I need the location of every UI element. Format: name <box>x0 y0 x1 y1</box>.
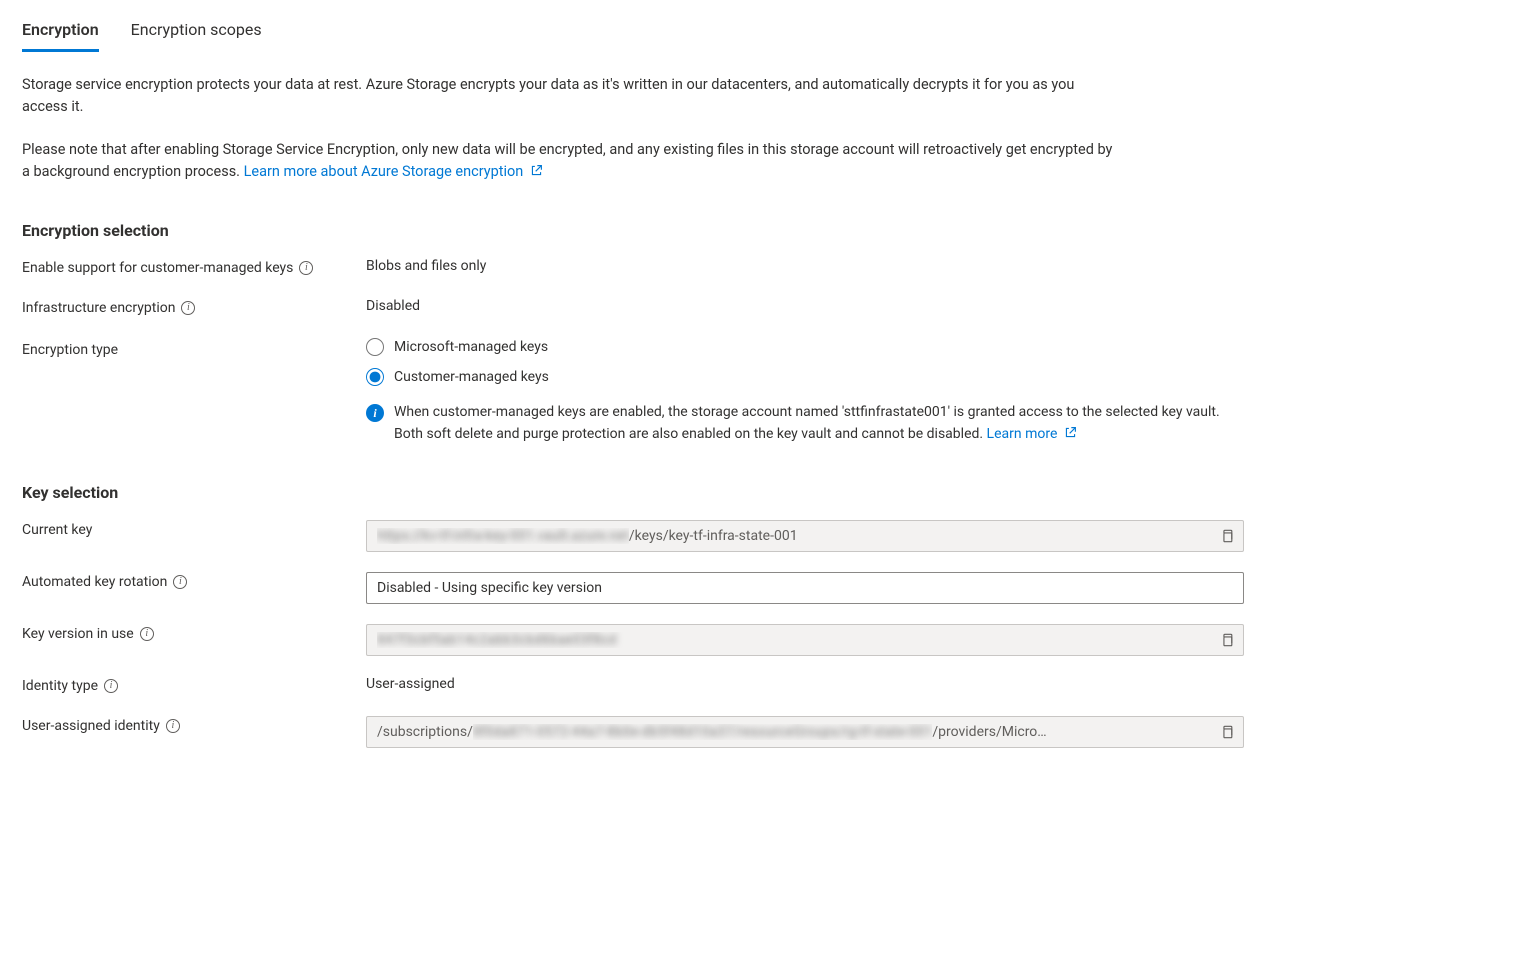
radio-label: Microsoft-managed keys <box>394 339 548 355</box>
cmk-note-text: When customer-managed keys are enabled, … <box>394 404 1220 442</box>
info-icon[interactable]: i <box>173 575 187 589</box>
identity-type-label: Identity type i <box>22 676 366 696</box>
key-selection-heading: Key selection <box>22 483 1515 502</box>
enable-cmk-value: Blobs and files only <box>366 258 1246 274</box>
info-icon[interactable]: i <box>166 719 180 733</box>
key-version-label: Key version in use i <box>22 624 366 644</box>
current-key-label: Current key <box>22 520 366 540</box>
info-icon[interactable]: i <box>299 261 313 275</box>
key-version-redacted: 847f3cbf5ab14c2abb3cbd6bae03f8cd <box>377 632 616 648</box>
user-identity-prefix: /subscriptions/ <box>377 724 473 740</box>
tabs-bar: Encryption Encryption scopes <box>22 16 1515 52</box>
enable-cmk-label: Enable support for customer-managed keys… <box>22 258 366 278</box>
description-block: Storage service encryption protects your… <box>22 74 1122 185</box>
identity-type-value: User-assigned <box>366 676 1246 692</box>
tab-encryption[interactable]: Encryption <box>22 16 99 52</box>
copy-button[interactable] <box>1217 630 1237 650</box>
radio-customer-managed-keys[interactable]: Customer-managed keys <box>366 368 1246 386</box>
radio-label: Customer-managed keys <box>394 369 549 385</box>
info-icon[interactable]: i <box>181 301 195 315</box>
copy-button[interactable] <box>1217 722 1237 742</box>
current-key-input: https://kv-tf-infra-key-001.vault.azure.… <box>366 520 1244 552</box>
user-assigned-identity-input: /subscriptions/ 8f0da871-0572-44a7-8b0e-… <box>366 716 1244 748</box>
external-link-icon <box>530 162 543 184</box>
user-identity-suffix: /providers/Micro… <box>932 724 1046 740</box>
description-p2: Please note that after enabling Storage … <box>22 139 1122 185</box>
description-p1: Storage service encryption protects your… <box>22 74 1122 119</box>
learn-more-encryption-link[interactable]: Learn more about Azure Storage encryptio… <box>244 163 543 180</box>
encryption-type-label: Encryption type <box>22 338 366 360</box>
copy-button[interactable] <box>1217 526 1237 546</box>
user-identity-redacted: 8f0da871-0572-44a7-8b0e-db5f48d10a37/res… <box>473 724 933 740</box>
cmk-learn-more-link[interactable]: Learn more <box>987 426 1077 442</box>
tab-encryption-scopes[interactable]: Encryption scopes <box>131 16 262 52</box>
encryption-type-radio-group: Microsoft-managed keys Customer-managed … <box>366 338 1246 446</box>
automated-key-rotation-input[interactable]: Disabled - Using specific key version <box>366 572 1244 604</box>
description-p2-text: Please note that after enabling Storage … <box>22 141 1112 180</box>
encryption-selection-heading: Encryption selection <box>22 221 1515 240</box>
info-icon[interactable]: i <box>140 627 154 641</box>
radio-microsoft-managed-keys[interactable]: Microsoft-managed keys <box>366 338 1246 356</box>
user-assigned-identity-label: User-assigned identity i <box>22 716 366 736</box>
info-filled-icon: i <box>366 404 384 422</box>
key-version-input: 847f3cbf5ab14c2abb3cbd6bae03f8cd <box>366 624 1244 656</box>
info-icon[interactable]: i <box>104 679 118 693</box>
automated-key-rotation-label: Automated key rotation i <box>22 572 366 592</box>
current-key-redacted: https://kv-tf-infra-key-001.vault.azure.… <box>377 528 629 544</box>
infrastructure-encryption-label: Infrastructure encryption i <box>22 298 366 318</box>
current-key-clear: /keys/key-tf-infra-state-001 <box>629 528 798 544</box>
external-link-icon <box>1064 425 1077 447</box>
cmk-info-note: i When customer-managed keys are enabled… <box>366 402 1246 446</box>
infrastructure-encryption-value: Disabled <box>366 298 1246 314</box>
